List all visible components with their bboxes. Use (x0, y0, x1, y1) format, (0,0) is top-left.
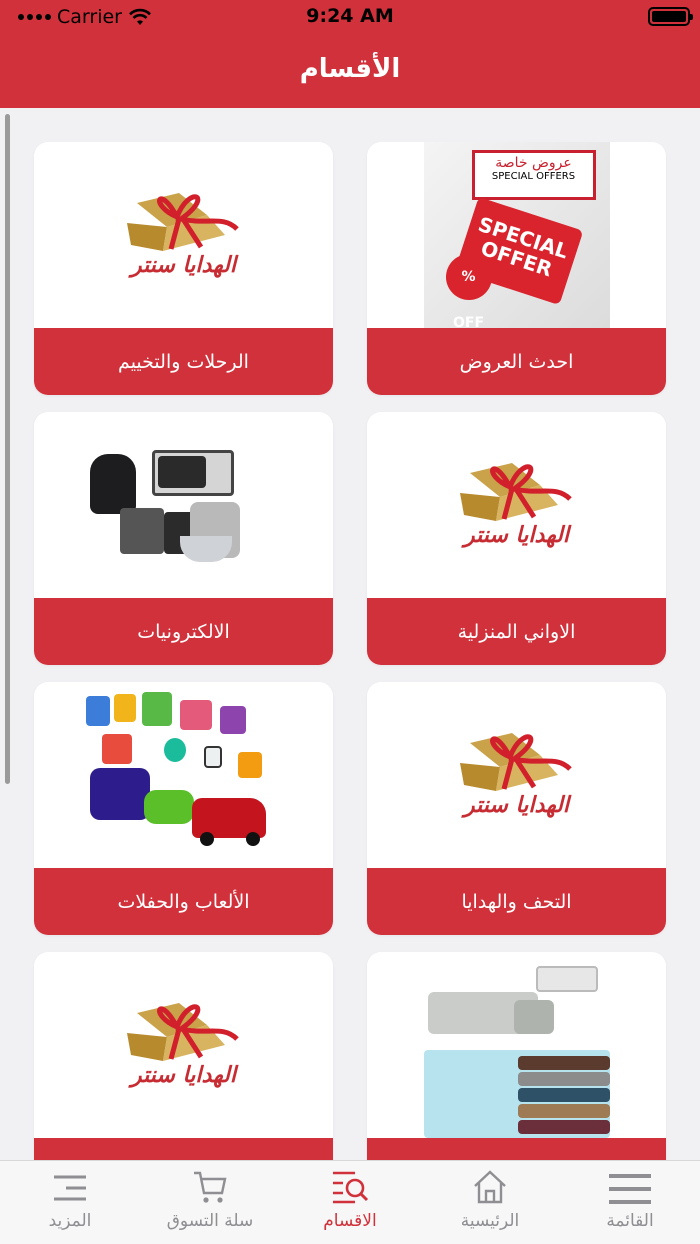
status-bar: Carrier 9:24 AM (0, 0, 700, 36)
gift-icon (126, 193, 239, 251)
toys-image (84, 682, 284, 868)
home-icon (474, 1170, 506, 1204)
tab-label: الرئيسية (460, 1211, 520, 1231)
page-title: الأقسام (299, 54, 401, 84)
category-card-latest-offers[interactable]: عروض خاصة SPECIAL OFFERS SPECIAL OFFER %… (367, 142, 666, 395)
brand-logo-text: الهدايا سنتر (131, 1063, 236, 1088)
gift-icon (126, 1003, 239, 1061)
brand-logo-text: الهدايا سنتر (464, 793, 569, 818)
tab-label: الاقسام (323, 1211, 377, 1231)
gift-icon (459, 463, 572, 521)
offer-box: عروض خاصة SPECIAL OFFERS (471, 150, 596, 200)
category-image: الهدايا سنتر (367, 682, 666, 868)
more-icon (54, 1175, 86, 1201)
categories-grid: عروض خاصة SPECIAL OFFERS SPECIAL OFFER %… (34, 142, 666, 1160)
brand-logo-text: الهدايا سنتر (131, 253, 236, 278)
cart-icon (194, 1171, 227, 1203)
categories-scroll-view[interactable]: عروض خاصة SPECIAL OFFERS SPECIAL OFFER %… (0, 108, 700, 1160)
category-label: الالكترونيات (34, 598, 333, 665)
category-card-antiques-gifts[interactable]: الهدايا سنتر التحف والهدايا (367, 682, 666, 935)
category-image (367, 952, 666, 1138)
category-image (34, 412, 333, 598)
tab-label: القائمة (606, 1211, 654, 1231)
brand-logo: الهدايا سنتر (452, 725, 582, 825)
tab-menu[interactable]: القائمة (560, 1161, 700, 1244)
category-image (34, 682, 333, 868)
furniture-image (423, 952, 610, 1138)
scrollbar[interactable] (5, 114, 10, 784)
category-image: الهدايا سنتر (367, 412, 666, 598)
brand-logo: الهدايا سنتر (119, 995, 249, 1095)
tab-bar: المزيد سلة التسوق الاقسام الرئيسية القائ… (0, 1160, 700, 1244)
category-card-toys-parties[interactable]: الألعاب والحفلات (34, 682, 333, 935)
brand-logo: الهدايا سنتر (119, 185, 249, 285)
menu-icon (609, 1174, 651, 1204)
tab-categories[interactable]: الاقسام (280, 1161, 420, 1244)
tab-more[interactable]: المزيد (0, 1161, 140, 1244)
category-card-trips-camping[interactable]: الهدايا سنتر الرحلات والتخييم (34, 142, 333, 395)
brand-logo-text: الهدايا سنتر (464, 523, 569, 548)
category-label (34, 1138, 333, 1160)
clock: 9:24 AM (306, 5, 394, 27)
gift-icon (459, 733, 572, 791)
category-search-icon (333, 1171, 369, 1204)
category-image: الهدايا سنتر (34, 952, 333, 1138)
battery-icon (648, 7, 693, 26)
category-card-brand[interactable]: الهدايا سنتر (34, 952, 333, 1160)
category-card-home-utensils[interactable]: الهدايا سنتر الاواني المنزلية (367, 412, 666, 665)
tab-label: المزيد (48, 1211, 92, 1231)
category-label (367, 1138, 666, 1160)
category-card-furniture[interactable] (367, 952, 666, 1160)
category-label: الاواني المنزلية (367, 598, 666, 665)
offer-badge: % OFF (445, 254, 492, 328)
category-label: الرحلات والتخييم (34, 328, 333, 395)
appliances-image (84, 412, 284, 598)
category-image: عروض خاصة SPECIAL OFFERS SPECIAL OFFER %… (367, 142, 666, 328)
category-image: الهدايا سنتر (34, 142, 333, 328)
category-label: الألعاب والحفلات (34, 868, 333, 935)
tab-home[interactable]: الرئيسية (420, 1161, 560, 1244)
special-offers-image: عروض خاصة SPECIAL OFFERS SPECIAL OFFER %… (423, 142, 610, 328)
app-header: Carrier 9:24 AM الأقسام (0, 0, 700, 108)
brand-logo: الهدايا سنتر (452, 455, 582, 555)
tab-label: سلة التسوق (166, 1211, 254, 1231)
tab-cart[interactable]: سلة التسوق (140, 1161, 280, 1244)
category-card-electronics[interactable]: الالكترونيات (34, 412, 333, 665)
category-label: التحف والهدايا (367, 868, 666, 935)
category-label: احدث العروض (367, 328, 666, 395)
